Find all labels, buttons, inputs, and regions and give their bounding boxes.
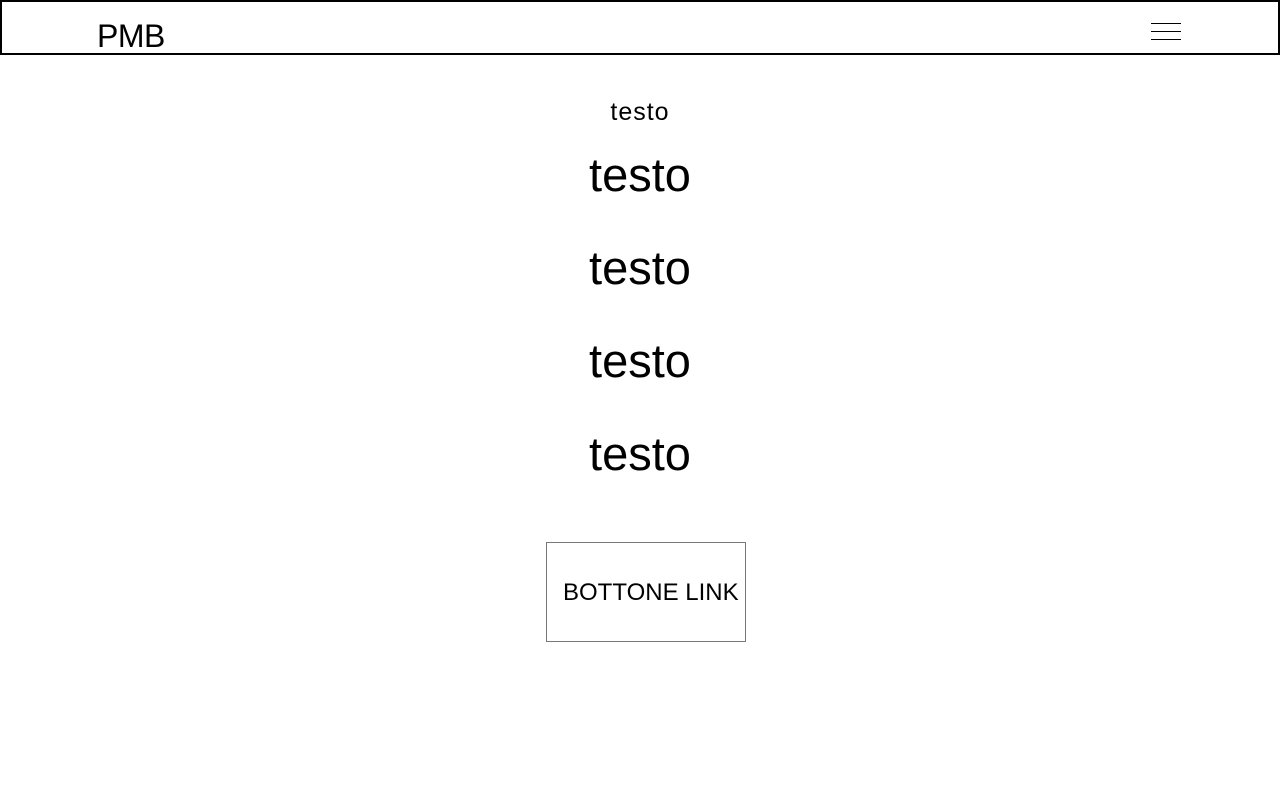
link-button[interactable]: BOTTONE LINK	[546, 542, 746, 642]
site-header: PMB	[0, 0, 1280, 55]
heading-text-1: testo	[589, 148, 691, 201]
heading-text-4: testo	[589, 427, 691, 480]
eyebrow-text: testo	[610, 98, 670, 126]
menu-bar-bottom	[1151, 39, 1181, 40]
site-logo[interactable]: PMB	[97, 16, 165, 56]
menu-bar-top	[1151, 23, 1181, 24]
menu-bar-middle	[1151, 31, 1181, 32]
heading-text-2: testo	[589, 241, 691, 294]
hamburger-menu-icon[interactable]	[1150, 21, 1182, 43]
heading-text-3: testo	[589, 334, 691, 387]
